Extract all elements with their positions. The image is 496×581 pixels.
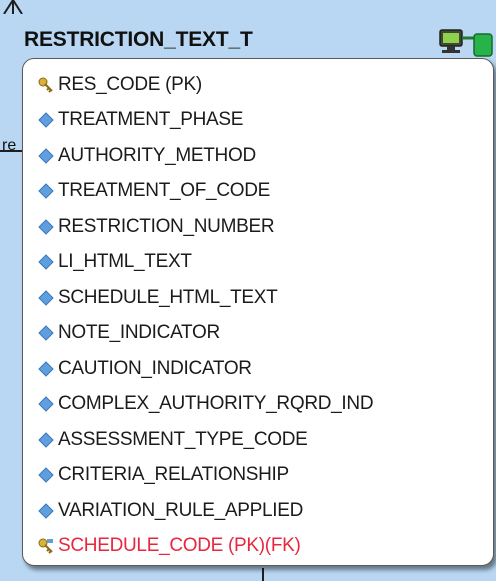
attribute-label: NOTE_INDICATOR bbox=[58, 322, 220, 344]
attribute-row[interactable]: CRITERIA_RELATIONSHIP bbox=[37, 458, 373, 494]
relationship-line-bottom bbox=[262, 568, 264, 581]
diamond-icon bbox=[38, 467, 54, 483]
entity-box[interactable]: RES_CODE (PK) TREATMENT_PHASE AUTHORITY_ME… bbox=[22, 58, 494, 566]
diamond-icon bbox=[38, 503, 54, 519]
attribute-label: CRITERIA_RELATIONSHIP bbox=[58, 464, 289, 486]
attribute-label: TREATMENT_PHASE bbox=[58, 109, 244, 131]
attribute-row[interactable]: SCHEDULE_CODE (PK)(FK) bbox=[37, 529, 373, 565]
entity-title[interactable]: RESTRICTION_TEXT_T bbox=[24, 28, 253, 52]
attribute-list: RES_CODE (PK) TREATMENT_PHASE AUTHORITY_ME… bbox=[37, 67, 374, 565]
attribute-row[interactable]: SCHEDULE_HTML_TEXT bbox=[37, 280, 373, 316]
attribute-row[interactable]: TREATMENT_PHASE bbox=[37, 103, 373, 139]
attribute-row[interactable]: COMPLEX_AUTHORITY_RQRD_IND bbox=[37, 387, 374, 423]
attribute-row[interactable]: RES_CODE (PK) bbox=[37, 67, 373, 103]
key-icon bbox=[38, 77, 53, 93]
diamond-icon bbox=[38, 396, 54, 412]
diagram-canvas: re RESTRICTION_TEXT_T RES_CODE (PK) TREAT… bbox=[0, 0, 496, 581]
diamond-icon bbox=[38, 290, 54, 306]
attribute-label: SCHEDULE_CODE (PK)(FK) bbox=[58, 535, 301, 557]
attribute-row[interactable]: AUTHORITY_METHOD bbox=[37, 138, 373, 174]
diamond-icon bbox=[38, 361, 54, 377]
attribute-label: LI_HTML_TEXT bbox=[58, 251, 192, 273]
attribute-row[interactable]: TREATMENT_OF_CODE bbox=[37, 174, 373, 210]
diamond-icon bbox=[38, 112, 54, 128]
attribute-row[interactable]: ASSESSMENT_TYPE_CODE bbox=[37, 422, 373, 458]
diamond-icon bbox=[38, 325, 54, 341]
attribute-label: VARIATION_RULE_APPLIED bbox=[58, 499, 304, 521]
cropped-label-fragment: re bbox=[2, 137, 17, 154]
attribute-label: ASSESSMENT_TYPE_CODE bbox=[58, 428, 308, 450]
attribute-label: SCHEDULE_HTML_TEXT bbox=[58, 286, 278, 308]
key-link-icon bbox=[38, 538, 53, 554]
connector-crows-foot bbox=[3, 0, 23, 15]
attribute-row[interactable]: LI_HTML_TEXT bbox=[37, 245, 373, 281]
diamond-icon bbox=[38, 183, 54, 199]
attribute-row[interactable]: NOTE_INDICATOR bbox=[37, 316, 373, 352]
attribute-row[interactable]: RESTRICTION_NUMBER bbox=[37, 209, 373, 245]
attribute-label: COMPLEX_AUTHORITY_RQRD_IND bbox=[58, 393, 374, 415]
attribute-label: CAUTION_INDICATOR bbox=[58, 357, 252, 379]
attribute-label: RES_CODE (PK) bbox=[58, 73, 202, 95]
computer-network-icon[interactable] bbox=[438, 24, 496, 58]
attribute-label: TREATMENT_OF_CODE bbox=[58, 180, 271, 202]
diamond-icon bbox=[38, 219, 54, 235]
diamond-icon bbox=[38, 254, 54, 270]
attribute-row[interactable]: CAUTION_INDICATOR bbox=[37, 351, 373, 387]
attribute-label: AUTHORITY_METHOD bbox=[58, 144, 256, 166]
diamond-icon bbox=[38, 432, 54, 448]
attribute-label: RESTRICTION_NUMBER bbox=[58, 215, 275, 237]
attribute-row[interactable]: VARIATION_RULE_APPLIED bbox=[37, 493, 373, 529]
diamond-icon bbox=[38, 148, 54, 164]
